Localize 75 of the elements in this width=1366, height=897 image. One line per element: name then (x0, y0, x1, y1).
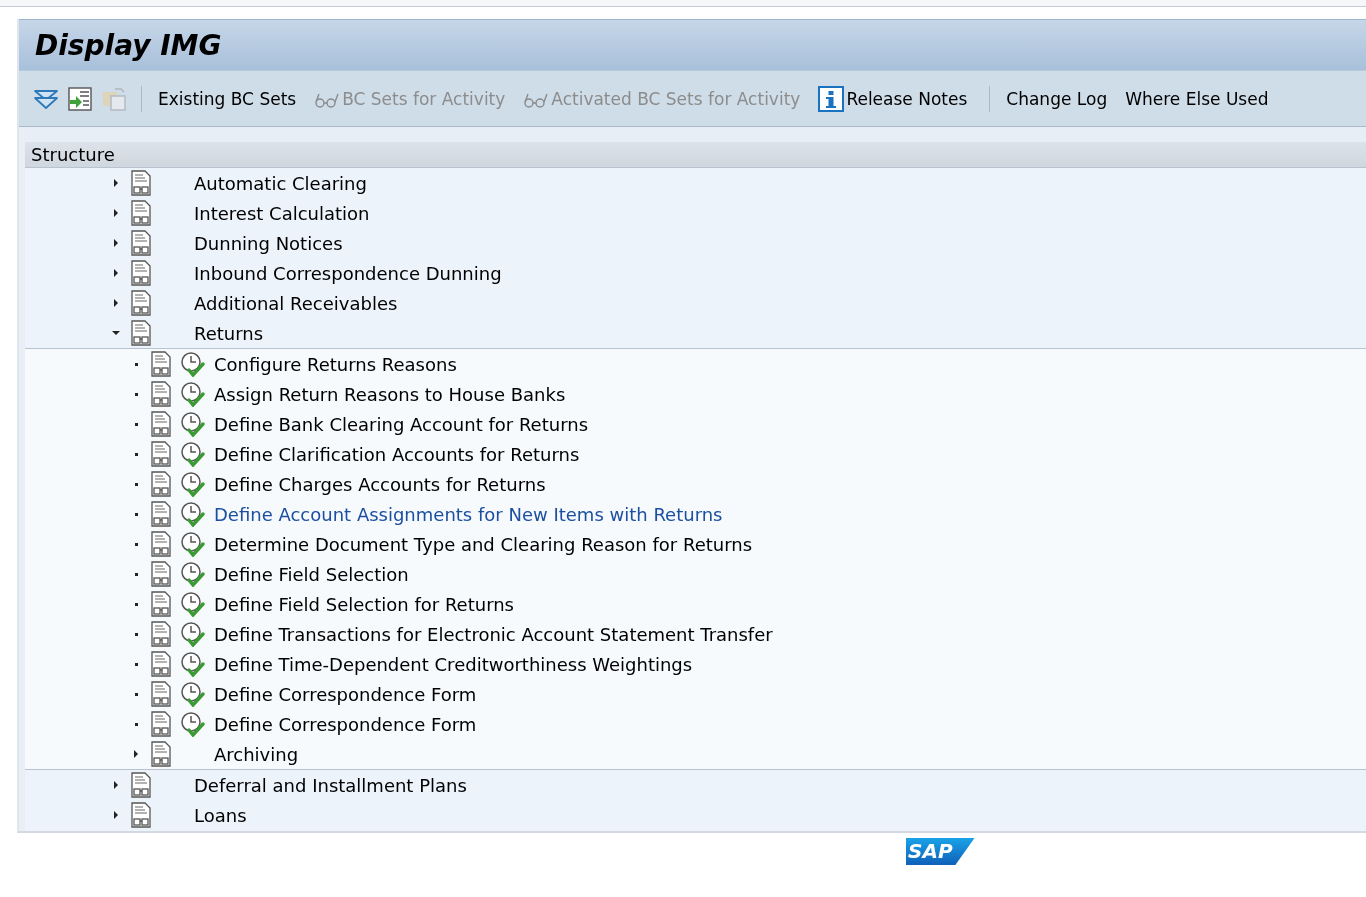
collapse-arrow-icon[interactable] (112, 329, 120, 337)
expand-arrow-icon[interactable] (112, 781, 120, 789)
document-icon (130, 170, 152, 196)
tree-item[interactable]: Configure Returns Reasons (214, 353, 457, 375)
sap-logo: SAP (906, 838, 975, 865)
tree-item[interactable]: Define Correspondence Form (214, 683, 477, 705)
document-icon (150, 651, 172, 677)
tree-item[interactable]: Define Transactions for Electronic Account Statement Transfer (214, 623, 773, 645)
clock-check-icon[interactable] (180, 381, 206, 407)
tree-item[interactable]: Define Bank Clearing Account for Returns (214, 413, 589, 435)
clock-check-icon[interactable] (180, 591, 206, 617)
clock-check-icon[interactable] (180, 441, 206, 467)
tree-node[interactable]: Inbound Correspondence Dunning (194, 262, 502, 284)
tree-item[interactable]: Define Field Selection for Returns (214, 593, 514, 615)
tree-item[interactable]: Assign Return Reasons to House Banks (214, 383, 566, 405)
document-icon (150, 411, 172, 437)
toolbar-button[interactable]: Change Log (1002, 84, 1112, 113)
document-icon (150, 681, 172, 707)
document-icon (130, 320, 152, 346)
tree-item[interactable]: Define Account Assignments for New Items with Returns (214, 503, 723, 525)
toolbar-button[interactable]: Where Else Used (1121, 84, 1273, 113)
document-icon (130, 260, 152, 286)
expand-arrow-icon[interactable] (112, 299, 120, 307)
clock-check-icon[interactable] (180, 621, 206, 647)
tree-node[interactable]: Additional Receivables (194, 292, 398, 314)
tree-node[interactable]: Interest Calculation (194, 202, 370, 224)
document-icon (150, 501, 172, 527)
tree-item[interactable]: Define Charges Accounts for Returns (214, 473, 546, 495)
import-icon[interactable] (67, 85, 93, 112)
document-icon (150, 711, 172, 737)
document-icon (130, 802, 152, 828)
document-icon (150, 531, 172, 557)
document-icon (150, 441, 172, 467)
document-icon (150, 351, 172, 377)
document-icon (130, 772, 152, 798)
document-icon (130, 230, 152, 256)
tree-item[interactable]: Archiving (214, 743, 299, 765)
document-icon (150, 591, 172, 617)
clock-check-icon[interactable] (180, 411, 206, 437)
clock-check-icon[interactable] (180, 351, 206, 377)
expand-arrow-icon[interactable] (112, 209, 120, 217)
tree-item[interactable]: Determine Document Type and Clearing Reason for Returns (214, 533, 753, 555)
expand-arrow-icon[interactable] (112, 269, 120, 277)
tree-node[interactable]: Deferral and Installment Plans (194, 774, 467, 796)
toolbar-button[interactable]: Existing BC Sets (154, 84, 301, 113)
document-icon (150, 741, 172, 767)
info-icon (818, 85, 845, 112)
document-icon (130, 200, 152, 226)
expand-arrow-icon[interactable] (112, 179, 120, 187)
document-icon (130, 290, 152, 316)
tree-node[interactable]: Loans (194, 804, 247, 826)
column-header: Structure (25, 142, 1366, 168)
tree-node[interactable]: Dunning Notices (194, 232, 343, 254)
tree-item[interactable]: Define Correspondence Form (214, 713, 477, 735)
clock-check-icon[interactable] (180, 501, 206, 527)
expand-arrow-icon[interactable] (132, 750, 140, 758)
release-notes-button[interactable]: Release Notes (814, 81, 972, 116)
document-icon (150, 561, 172, 587)
document-icon (150, 381, 172, 407)
tree-item[interactable]: Define Field Selection (214, 563, 409, 585)
expand-arrow-icon[interactable] (112, 811, 120, 819)
tree-item[interactable]: Define Clarification Accounts for Returns (214, 443, 580, 465)
clock-check-icon[interactable] (180, 651, 206, 677)
expand-arrow-icon[interactable] (112, 239, 120, 247)
tree-node[interactable]: Automatic Clearing (194, 172, 367, 194)
tree-item[interactable]: Define Time-Dependent Creditworthiness Weightings (214, 653, 693, 675)
clock-check-icon[interactable] (180, 471, 206, 497)
document-icon (150, 621, 172, 647)
window-title: Display IMG (35, 28, 222, 62)
document-icon (150, 471, 172, 497)
clock-check-icon[interactable] (180, 531, 206, 557)
clock-check-icon[interactable] (180, 561, 206, 587)
clock-check-icon[interactable] (180, 711, 206, 737)
clock-check-icon[interactable] (180, 681, 206, 707)
tree-node[interactable]: Returns (194, 322, 264, 344)
